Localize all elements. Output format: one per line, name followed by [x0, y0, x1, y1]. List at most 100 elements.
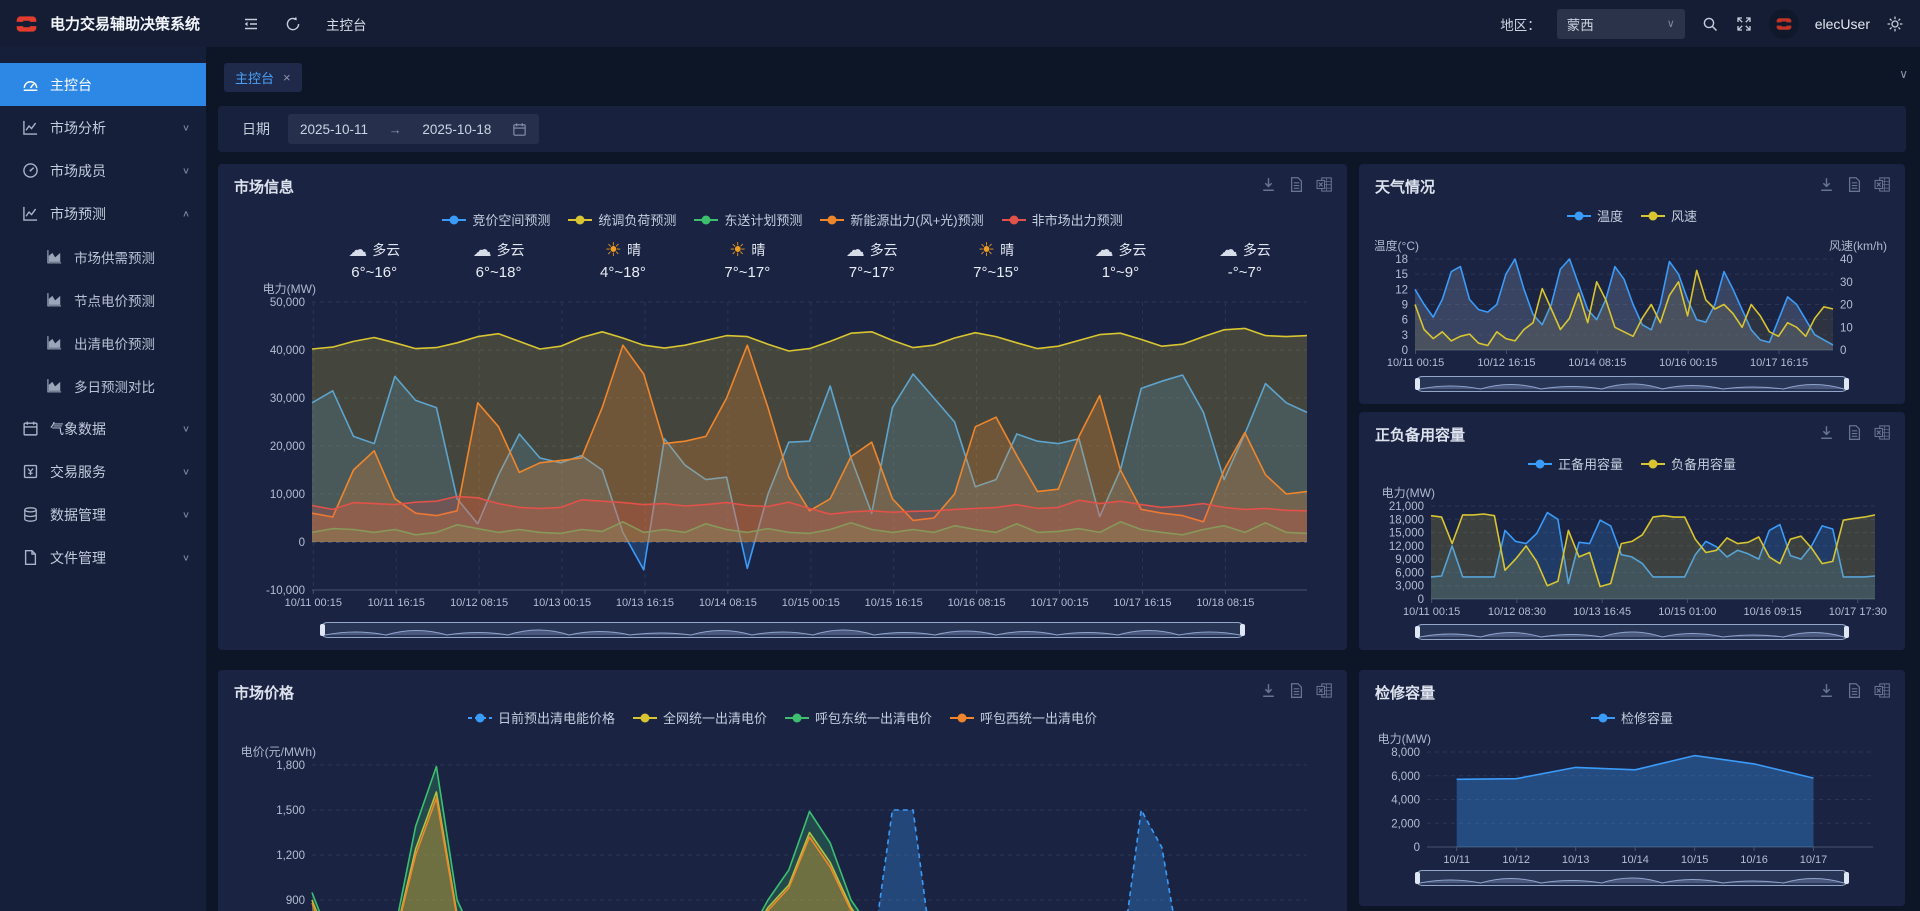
weather-condition: 多云: [1118, 240, 1146, 260]
svg-text:10/13: 10/13: [1562, 854, 1590, 866]
legend-item[interactable]: 呼包西统一出清电价: [950, 708, 1097, 727]
legend-marker-icon: [1567, 215, 1591, 217]
market-info-chart[interactable]: 50,00040,00030,00020,00010,0000-10,00010…: [234, 280, 1331, 618]
download-icon[interactable]: [1818, 176, 1835, 193]
excel-icon[interactable]: [1874, 424, 1891, 441]
datazoom-slider[interactable]: [1415, 376, 1849, 392]
sidebar-item-文件管理[interactable]: 文件管理∨: [0, 536, 206, 579]
svg-text:电力(MW): 电力(MW): [263, 282, 316, 296]
sidebar: 主控台市场分析∨市场成员∨市场预测∧市场供需预测节点电价预测出清电价预测多日预测…: [0, 47, 206, 911]
svg-text:电价(元/MWh): 电价(元/MWh): [241, 745, 316, 759]
tab-console[interactable]: 主控台 ×: [224, 63, 302, 92]
excel-icon[interactable]: [1316, 176, 1333, 193]
tab-close-icon[interactable]: ×: [283, 70, 291, 85]
refresh-icon[interactable]: [284, 15, 302, 33]
app-title: 电力交易辅助决策系统: [50, 13, 200, 34]
svg-text:0: 0: [299, 537, 305, 549]
download-icon[interactable]: [1260, 176, 1277, 193]
legend-marker-icon: [468, 717, 492, 719]
datazoom-slider[interactable]: [1415, 624, 1849, 640]
svg-text:10/11 16:15: 10/11 16:15: [368, 597, 425, 609]
sidebar-item-市场供需预测[interactable]: 市场供需预测: [0, 235, 206, 278]
sidebar-item-市场预测[interactable]: 市场预测∧: [0, 192, 206, 235]
document-icon[interactable]: [1288, 176, 1305, 193]
reserve-chart[interactable]: 21,00018,00015,00012,0009,0006,0003,0000…: [1375, 476, 1889, 620]
sidebar-item-label: 市场分析: [50, 118, 106, 138]
legend-label: 竞价空间预测: [472, 210, 550, 229]
svg-text:6,000: 6,000: [1391, 771, 1420, 783]
sidebar-item-交易服务[interactable]: 交易服务∨: [0, 450, 206, 493]
sidebar-item-气象数据[interactable]: 气象数据∨: [0, 407, 206, 450]
legend-label: 非市场出力预测: [1032, 210, 1123, 229]
document-icon[interactable]: [1846, 682, 1863, 699]
region-select[interactable]: 蒙西 ∨: [1557, 9, 1685, 39]
legend-item[interactable]: 统调负荷预测: [568, 210, 676, 229]
legend-item[interactable]: 全网统一出清电价: [633, 708, 767, 727]
fullscreen-icon[interactable]: [1735, 15, 1753, 33]
svg-text:10,000: 10,000: [270, 489, 305, 501]
svg-text:10/15 16:15: 10/15 16:15: [865, 597, 923, 609]
download-icon[interactable]: [1260, 682, 1277, 699]
svg-text:9,000: 9,000: [1395, 554, 1424, 566]
weather-chart[interactable]: 181512963040302010010/11 00:1510/12 16:1…: [1375, 228, 1889, 372]
settings-gear-icon[interactable]: [1886, 15, 1904, 33]
legend-item[interactable]: 新能源出力(风+光)预测: [820, 210, 983, 229]
sidebar-item-节点电价预测[interactable]: 节点电价预测: [0, 278, 206, 321]
tab-options-chevron-icon[interactable]: ∨: [1899, 67, 1908, 81]
menu-fold-icon[interactable]: [242, 15, 260, 33]
date-label: 日期: [242, 119, 270, 139]
search-icon[interactable]: [1701, 15, 1719, 33]
sidebar-item-出清电价预测[interactable]: 出清电价预测: [0, 321, 206, 364]
legend-marker-icon: [1641, 215, 1665, 217]
app-header: 电力交易辅助决策系统 主控台 地区： 蒙西 ∨ elecUser: [0, 0, 1920, 47]
svg-text:10/12 08:15: 10/12 08:15: [450, 597, 508, 609]
legend-item[interactable]: 正备用容量: [1528, 454, 1623, 473]
legend-item[interactable]: 东送计划预测: [694, 210, 802, 229]
breadcrumb[interactable]: 主控台: [326, 14, 367, 34]
download-icon[interactable]: [1818, 424, 1835, 441]
svg-text:10/11 00:15: 10/11 00:15: [1387, 357, 1444, 369]
legend-item[interactable]: 非市场出力预测: [1002, 210, 1123, 229]
sidebar-item-市场成员[interactable]: 市场成员∨: [0, 149, 206, 192]
date-range-picker[interactable]: 2025-10-11 → 2025-10-18: [288, 114, 539, 144]
file-icon: [22, 549, 39, 566]
legend-item[interactable]: 负备用容量: [1641, 454, 1736, 473]
excel-icon[interactable]: [1874, 682, 1891, 699]
price-chart[interactable]: 1,8001,5001,200900600300电价(元/MWh): [234, 730, 1331, 911]
legend-label: 日前预出清电能价格: [498, 708, 615, 727]
document-icon[interactable]: [1288, 682, 1305, 699]
sidebar-item-数据管理[interactable]: 数据管理∨: [0, 493, 206, 536]
legend-item[interactable]: 风速: [1641, 206, 1697, 225]
svg-text:1,200: 1,200: [276, 850, 305, 862]
sidebar-item-市场分析[interactable]: 市场分析∨: [0, 106, 206, 149]
svg-text:10/12: 10/12: [1502, 854, 1530, 866]
panel-reserve: 正负备用容量 正备用容量负备用容量 21,00018,00015,00012,0…: [1359, 412, 1905, 650]
datazoom-slider[interactable]: [320, 622, 1245, 638]
excel-icon[interactable]: [1316, 682, 1333, 699]
excel-icon[interactable]: [1874, 176, 1891, 193]
document-icon[interactable]: [1846, 176, 1863, 193]
legend-item[interactable]: 呼包东统一出清电价: [785, 708, 932, 727]
cloudy-icon: ☁: [348, 241, 367, 260]
chevron-down-icon: ∨: [182, 165, 190, 175]
document-icon[interactable]: [1846, 424, 1863, 441]
legend-item[interactable]: 日前预出清电能价格: [468, 708, 615, 727]
username[interactable]: elecUser: [1815, 16, 1870, 32]
legend-item[interactable]: 竞价空间预测: [442, 210, 550, 229]
panel-title: 市场信息: [234, 176, 294, 197]
legend-label: 新能源出力(风+光)预测: [850, 210, 983, 229]
svg-text:15,000: 15,000: [1389, 528, 1424, 540]
legend-item[interactable]: 温度: [1567, 206, 1623, 225]
panel-title: 正负备用容量: [1375, 424, 1465, 445]
legend-marker-icon: [1528, 463, 1552, 465]
panel-maintenance: 检修容量 检修容量 8,0006,0004,0002,000010/1110/1…: [1359, 670, 1905, 906]
avatar[interactable]: [1769, 9, 1799, 39]
svg-text:10/16 09:15: 10/16 09:15: [1744, 606, 1802, 618]
sidebar-item-label: 文件管理: [50, 548, 106, 568]
svg-text:900: 900: [286, 895, 305, 907]
sidebar-item-主控台[interactable]: 主控台: [0, 63, 206, 106]
sidebar-item-多日预测对比[interactable]: 多日预测对比: [0, 364, 206, 407]
datazoom-slider[interactable]: [1415, 870, 1849, 886]
download-icon[interactable]: [1818, 682, 1835, 699]
maintenance-chart[interactable]: 8,0006,0004,0002,000010/1110/1210/1310/1…: [1375, 722, 1889, 866]
